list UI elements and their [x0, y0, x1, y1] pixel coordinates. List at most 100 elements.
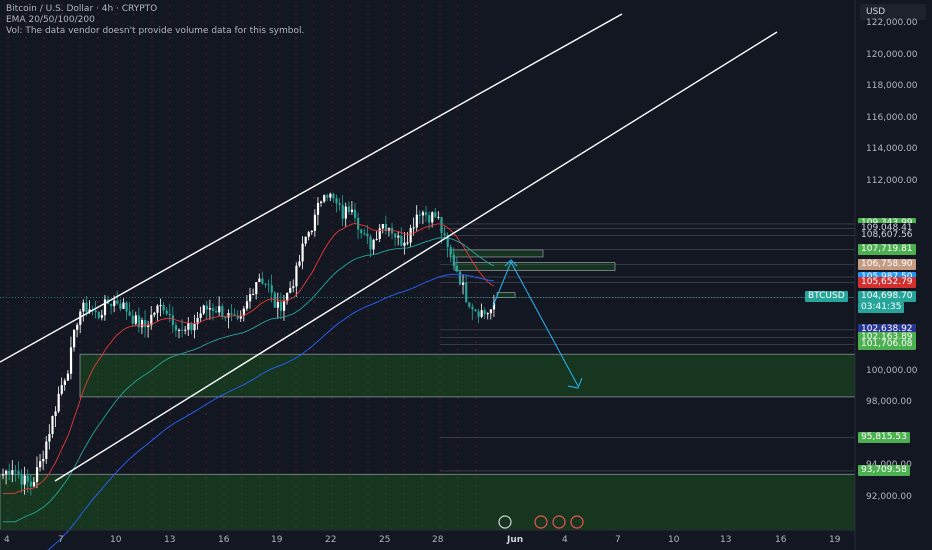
candle-body: [82, 302, 85, 312]
candle-body: [449, 247, 452, 255]
candle-body: [455, 265, 459, 272]
candle-body: [258, 278, 261, 283]
price-level-tag[interactable]: 107,719.81: [858, 244, 916, 256]
candle-body: [323, 195, 326, 202]
candle-body: [224, 316, 227, 318]
bar-countdown: 03:41:35: [858, 302, 905, 314]
volume-label: Vol: The data vendor doesn't provide vol…: [6, 26, 305, 36]
time-axis-label: 25: [379, 535, 391, 545]
candle-body: [400, 235, 403, 246]
candle-body: [171, 315, 175, 326]
time-axis-label: 19: [829, 535, 841, 545]
candle-body: [375, 238, 378, 240]
candle-body: [35, 467, 39, 483]
candle-body: [452, 254, 455, 266]
candle-body: [437, 216, 440, 218]
candle-body: [57, 393, 60, 412]
candle-body: [249, 294, 252, 302]
candle-body: [23, 475, 26, 485]
candle-body: [338, 203, 341, 205]
price-axis-label: 122,000.00: [866, 18, 918, 28]
ema-indicator-label[interactable]: EMA 20/50/100/200: [6, 15, 304, 26]
candle-body: [443, 232, 446, 235]
price-level-tag[interactable]: 105,652.79: [858, 276, 916, 288]
candle-body: [347, 206, 350, 212]
candle-body: [341, 204, 344, 219]
candle-body: [360, 229, 363, 234]
candle-body: [301, 243, 304, 262]
symbol-title[interactable]: Bitcoin / U.S. Dollar · 4h · CRYPTO: [6, 4, 304, 15]
time-axis-label: 28: [432, 535, 444, 545]
candle-body: [8, 470, 11, 475]
candle-body: [307, 232, 310, 237]
candle-body: [471, 306, 474, 310]
channel-upper-line[interactable]: [0, 13, 623, 363]
price-level-tag[interactable]: 101,706.08: [858, 339, 916, 351]
small-box[interactable]: [496, 292, 516, 299]
candle-body: [54, 411, 57, 416]
support-zone-upper[interactable]: [79, 353, 856, 398]
time-axis-label: 7: [58, 535, 64, 545]
time-axis-label: 4: [562, 535, 568, 545]
candle-body: [202, 305, 205, 314]
candle-body: [51, 415, 54, 434]
candle-body: [418, 214, 422, 216]
candle-body: [199, 313, 202, 318]
candle-body: [2, 474, 5, 476]
candle-body: [17, 471, 20, 475]
chart-window[interactable]: Bitcoin / U.S. Dollar · 4h · CRYPTO EMA …: [0, 0, 932, 550]
candle-body: [394, 233, 397, 238]
price-level-tag[interactable]: 108,607.56: [858, 230, 916, 242]
candle-body: [187, 323, 190, 330]
candle-body: [458, 271, 462, 285]
candle-body: [415, 214, 418, 228]
price-level-tag[interactable]: 106,758.90: [858, 259, 916, 271]
price-axis-label: 98,000.00: [866, 397, 912, 408]
time-axis-label: 16: [775, 535, 787, 545]
candle-body: [468, 302, 471, 307]
resistance-box[interactable]: [449, 249, 544, 258]
candle-body: [131, 315, 134, 324]
candle-body: [279, 301, 283, 311]
candle-body: [372, 239, 375, 250]
candle-body: [45, 441, 48, 459]
candle-body: [489, 309, 493, 314]
candle-body: [190, 323, 193, 331]
candle-body: [29, 481, 32, 487]
channel-lower-line[interactable]: [54, 31, 778, 482]
candle-body: [134, 315, 137, 324]
chart-legend: Bitcoin / U.S. Dollar · 4h · CRYPTO EMA …: [6, 4, 304, 37]
candle-body: [261, 278, 264, 284]
candle-body: [76, 324, 79, 330]
support-zone-lower[interactable]: [0, 473, 856, 531]
price-level-tag[interactable]: 95,815.53: [858, 432, 910, 444]
candle-body: [69, 347, 73, 374]
candle-body: [477, 311, 480, 317]
candle-body: [465, 282, 468, 303]
candle-body: [282, 301, 286, 311]
candle-body: [153, 312, 156, 315]
candle-body: [233, 314, 236, 316]
candle-body: [335, 198, 338, 204]
candle-body: [63, 380, 66, 385]
candle-body: [313, 214, 317, 231]
candle-body: [159, 305, 162, 307]
candle-body: [73, 329, 76, 348]
resistance-box-wide[interactable]: [454, 262, 616, 271]
candle-body: [397, 235, 400, 238]
candle-body: [205, 305, 208, 310]
time-axis-label: 4: [4, 535, 10, 545]
candle-body: [252, 294, 255, 296]
candle-body: [267, 284, 270, 286]
price-chart[interactable]: [0, 0, 932, 550]
price-level-tag[interactable]: 93,709.58: [858, 465, 910, 477]
candle-body: [162, 305, 165, 311]
current-price-tag[interactable]: 104,698.70: [858, 291, 916, 303]
candle-body: [211, 308, 215, 311]
candle-body: [369, 236, 372, 250]
candle-body: [344, 206, 347, 219]
candle-body: [316, 202, 320, 215]
candle-body: [184, 329, 187, 331]
symbol-price-tag[interactable]: BTCUSD: [805, 291, 848, 303]
candle-body: [403, 242, 406, 246]
